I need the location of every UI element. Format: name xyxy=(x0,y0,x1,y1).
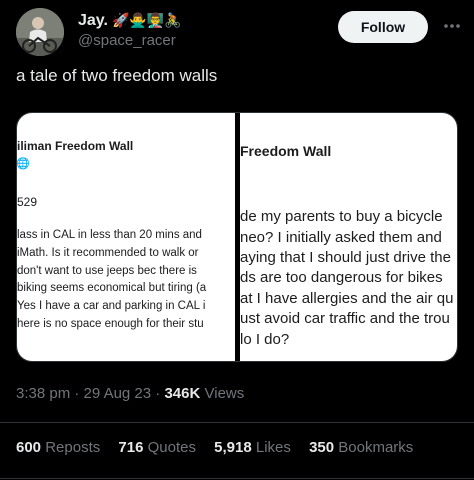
left-post-line: don't want to use jeeps bec there is xyxy=(17,265,197,277)
quotes-label: Quotes xyxy=(147,439,196,456)
quotes-stat[interactable]: 716 Quotes xyxy=(118,439,196,456)
right-post-line: neo? I initially asked them and xyxy=(240,229,442,246)
reposts-stat[interactable]: 600 Reposts xyxy=(16,439,100,456)
author-emojis: 🚀🙅‍♂️👨‍🏫🚴 xyxy=(111,12,182,28)
meta-separator: · xyxy=(155,385,161,402)
quotes-count: 716 xyxy=(118,439,144,456)
author-name-text[interactable]: Jay. xyxy=(78,12,108,29)
left-post-line: Yes I have a car and parking in CAL i xyxy=(17,300,206,312)
likes-count: 5,918 xyxy=(214,439,252,456)
divider xyxy=(0,422,474,423)
left-post-line: here is no space enough for their stu xyxy=(17,318,204,330)
left-post-line: lass in CAL in less than 20 mins and xyxy=(17,229,202,241)
likes-label: Likes xyxy=(255,439,291,456)
more-options-icon[interactable] xyxy=(441,16,463,36)
right-post-line: lo I do? xyxy=(240,331,290,348)
author-name[interactable]: Jay. 🚀🙅‍♂️👨‍🏫🚴 xyxy=(78,12,182,30)
globe-icon: 🌐 xyxy=(17,158,30,170)
right-post-title: Freedom Wall xyxy=(240,143,332,159)
image-left[interactable]: iliman Freedom Wall 🌐 529 lass in CAL in… xyxy=(17,113,235,361)
tweet-text: a tale of two freedom walls xyxy=(16,66,218,85)
author-handle[interactable]: @space_racer xyxy=(78,32,176,49)
right-post-line: de my parents to buy a bicycle xyxy=(240,208,443,225)
tweet-media[interactable]: iliman Freedom Wall 🌐 529 lass in CAL in… xyxy=(16,112,458,362)
image-right[interactable]: Freedom Wall de my parents to buy a bicy… xyxy=(240,113,457,361)
meta-separator: · xyxy=(74,385,80,402)
right-post-line: aying that I should just drive the xyxy=(240,249,451,266)
reposts-label: Reposts xyxy=(45,439,101,456)
views-count: 346K xyxy=(164,385,201,402)
tweet-meta: 3:38 pm · 29 Aug 23 · 346K Views xyxy=(16,385,244,402)
divider xyxy=(0,478,474,479)
avatar[interactable] xyxy=(16,8,64,56)
left-post-line: biking seems economical but tiring (a xyxy=(17,282,207,294)
engagement-stats: 600 Reposts 716 Quotes 5,918 Likes 350 B… xyxy=(16,439,427,456)
follow-button[interactable]: Follow xyxy=(338,11,428,43)
views-label: Views xyxy=(204,385,245,402)
left-post-line: iMath. Is it recommended to walk or xyxy=(17,247,199,259)
right-post-line: at I have allergies and the air qu xyxy=(240,290,454,307)
likes-stat[interactable]: 5,918 Likes xyxy=(214,439,291,456)
left-post-number: 529 xyxy=(17,195,38,209)
bookmarks-stat[interactable]: 350 Bookmarks xyxy=(309,439,413,456)
bookmarks-label: Bookmarks xyxy=(338,439,414,456)
tweet-date[interactable]: 29 Aug 23 xyxy=(84,385,152,402)
right-post-line: ust avoid car traffic and the trou xyxy=(240,310,450,327)
right-post-line: ds are too dangerous for bikes xyxy=(240,269,443,286)
left-post-title: iliman Freedom Wall xyxy=(17,139,134,153)
bookmarks-count: 350 xyxy=(309,439,335,456)
tweet-time[interactable]: 3:38 pm xyxy=(16,385,70,402)
reposts-count: 600 xyxy=(16,439,42,456)
